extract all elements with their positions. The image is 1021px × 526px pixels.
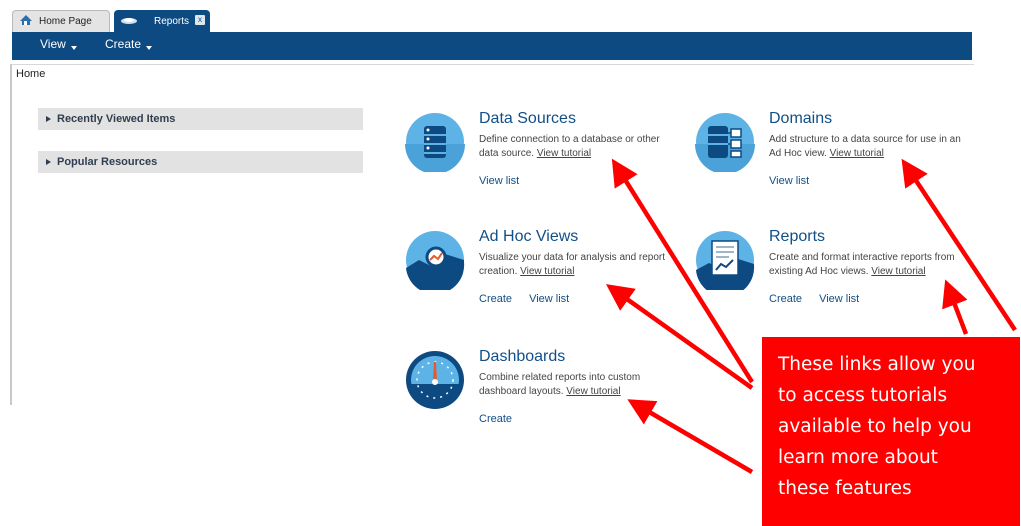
feature-description: Add structure to a data source for use i… bbox=[769, 133, 969, 161]
report-document-icon bbox=[695, 230, 755, 297]
feature-ad-hoc-views: Ad Hoc Views Visualize your data for ana… bbox=[405, 228, 685, 310]
main-nav-bar: View Create bbox=[12, 32, 972, 60]
feature-description: Create and format interactive reports fr… bbox=[769, 251, 969, 279]
feature-title: Ad Hoc Views bbox=[479, 228, 579, 245]
chevron-down-icon bbox=[146, 46, 153, 50]
tab-home-page[interactable]: Home Page bbox=[12, 10, 110, 32]
breadcrumb: Home bbox=[16, 68, 46, 80]
create-link[interactable]: Create bbox=[479, 413, 512, 425]
tab-label: Home Page bbox=[39, 16, 92, 27]
create-link[interactable]: Create bbox=[769, 293, 802, 305]
callout-box: These links allow you to access tutorial… bbox=[762, 337, 1020, 526]
report-tab-icon bbox=[120, 15, 138, 28]
callout-line: available to help you bbox=[778, 416, 972, 437]
chevron-down-icon bbox=[70, 46, 77, 50]
home-page-icon bbox=[19, 14, 33, 29]
feature-domains: Domains Add structure to a data source f… bbox=[695, 110, 975, 192]
expand-triangle-icon bbox=[46, 116, 51, 122]
callout-line: These links allow you bbox=[778, 354, 976, 375]
feature-title: Domains bbox=[769, 110, 833, 127]
expand-triangle-icon bbox=[46, 159, 51, 165]
feature-description: Visualize your data for analysis and rep… bbox=[479, 251, 669, 279]
view-list-link[interactable]: View list bbox=[479, 175, 519, 187]
create-menu-label: Create bbox=[105, 37, 142, 51]
view-menu-label: View bbox=[40, 37, 66, 51]
create-link[interactable]: Create bbox=[479, 293, 512, 305]
feature-links: Create View list bbox=[769, 293, 873, 305]
description-text: Create and format interactive reports fr… bbox=[769, 252, 955, 277]
callout-line: to access tutorials bbox=[778, 385, 948, 406]
tab-reports[interactable]: Reports x bbox=[114, 10, 210, 32]
view-list-link[interactable]: View list bbox=[819, 293, 859, 305]
feature-data-sources: Data Sources Define connection to a data… bbox=[405, 110, 685, 192]
tab-label: Reports bbox=[154, 15, 190, 27]
popular-resources-panel[interactable]: Popular Resources bbox=[38, 151, 363, 173]
panel-label: Recently Viewed Items bbox=[57, 113, 176, 125]
feature-links: View list bbox=[479, 175, 533, 187]
tab-strip: Home Page Reports x bbox=[0, 0, 972, 33]
database-icon bbox=[405, 112, 465, 174]
feature-dashboards: Dashboards Combine related reports into … bbox=[405, 348, 685, 430]
view-tutorial-link[interactable]: View tutorial bbox=[537, 148, 591, 159]
view-tutorial-link[interactable]: View tutorial bbox=[566, 386, 620, 397]
feature-links: Create bbox=[479, 413, 526, 425]
view-list-link[interactable]: View list bbox=[769, 175, 809, 187]
gauge-icon bbox=[405, 350, 465, 410]
view-tutorial-link[interactable]: View tutorial bbox=[830, 148, 884, 159]
feature-title: Reports bbox=[769, 228, 826, 245]
close-icon[interactable]: x bbox=[195, 15, 205, 25]
recently-viewed-panel[interactable]: Recently Viewed Items bbox=[38, 108, 363, 130]
panel-label: Popular Resources bbox=[57, 156, 158, 168]
callout-line: learn more about bbox=[778, 447, 938, 468]
feature-description: Define connection to a database or other… bbox=[479, 133, 669, 161]
callout-line: these features bbox=[778, 478, 912, 499]
domain-icon bbox=[695, 112, 755, 174]
feature-title: Dashboards bbox=[479, 348, 566, 365]
view-menu[interactable]: View bbox=[40, 37, 77, 51]
feature-links: Create View list bbox=[479, 293, 583, 305]
feature-links: View list bbox=[769, 175, 823, 187]
magnifier-chart-icon bbox=[405, 230, 465, 295]
view-tutorial-link[interactable]: View tutorial bbox=[871, 266, 925, 277]
view-list-link[interactable]: View list bbox=[529, 293, 569, 305]
create-menu[interactable]: Create bbox=[105, 37, 153, 51]
view-tutorial-link[interactable]: View tutorial bbox=[520, 266, 574, 277]
feature-reports: Reports Create and format interactive re… bbox=[695, 228, 975, 310]
feature-title: Data Sources bbox=[479, 110, 576, 127]
feature-description: Combine related reports into custom dash… bbox=[479, 371, 664, 399]
